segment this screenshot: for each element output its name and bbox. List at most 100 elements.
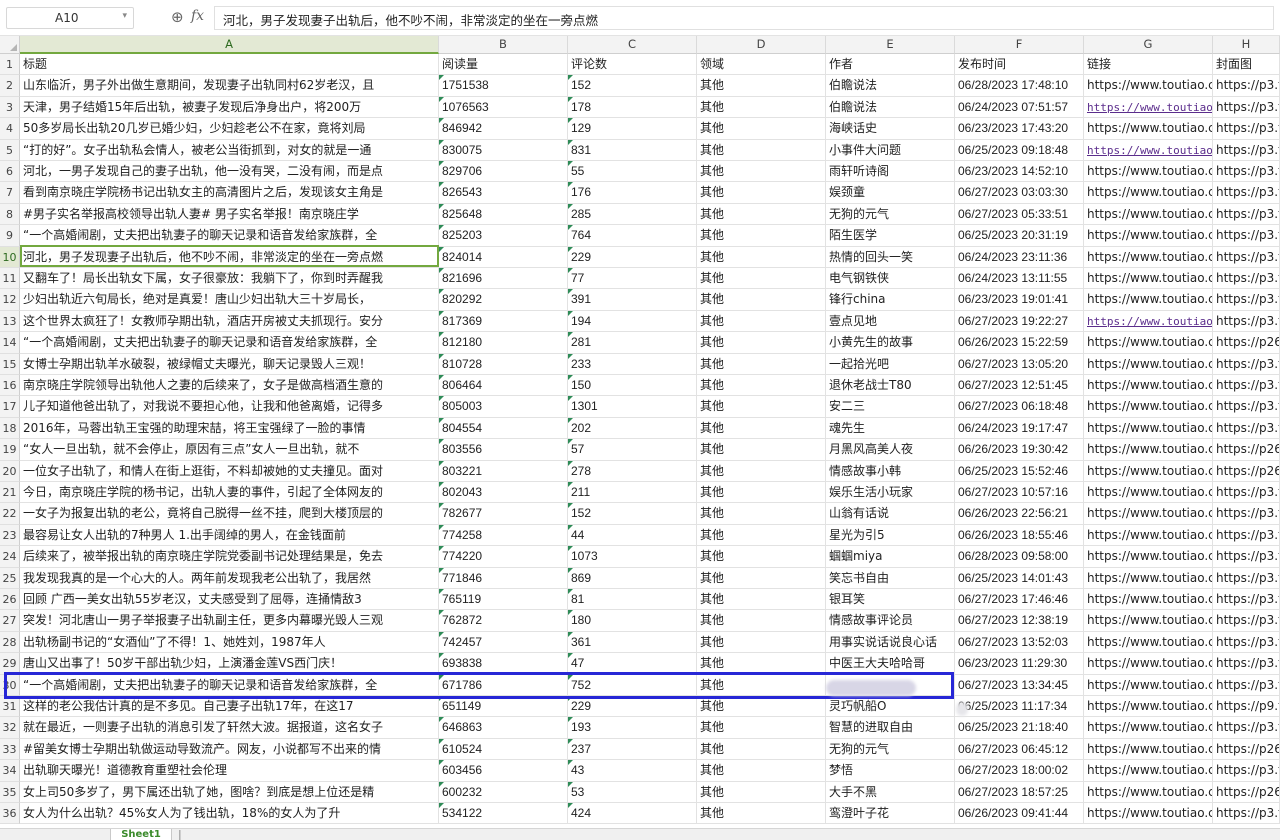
cell-f16[interactable]: 06/27/2023 12:51:45 — [955, 375, 1084, 397]
cell-a28[interactable]: 出轨杨副书记的“女酒仙”了不得！1、她姓刘，1987年人 — [20, 631, 439, 654]
row-number[interactable]: 6 — [0, 161, 20, 183]
cell-a9[interactable]: “一个高婚闹剧，丈夫把出轨妻子的聊天记录和语音发给家族群，全 — [20, 225, 439, 247]
row-number[interactable]: 7 — [0, 182, 20, 204]
cell-e28[interactable]: 用事实说话说良心话 — [826, 631, 955, 654]
cell-c4[interactable]: 129 — [568, 118, 697, 140]
cell-c14[interactable]: 281 — [568, 332, 697, 354]
cell-c8[interactable]: 285 — [568, 203, 697, 226]
cell-c27[interactable]: 180 — [568, 610, 697, 632]
cell-c1[interactable]: 评论数 — [568, 54, 697, 76]
cell-d6[interactable]: 其他 — [697, 161, 826, 183]
cell-a17[interactable]: 儿子知道他爸出轨了，对我说不要担心他，让我和他爸离婚，记得多 — [20, 396, 439, 418]
cell-h26[interactable]: https://p3.to — [1213, 589, 1280, 611]
cell-a16[interactable]: 南京晓庄学院领导出轨他人之妻的后续来了，女子是做高档酒生意的 — [20, 375, 439, 397]
row-number[interactable]: 33 — [0, 738, 20, 761]
cell-d10[interactable]: 其他 — [697, 246, 826, 268]
row-number[interactable]: 1 — [0, 54, 20, 76]
cell-g25[interactable]: https://www.toutiao.com/ — [1084, 567, 1213, 589]
cell-b9[interactable]: 825203 — [439, 225, 568, 247]
cell-d29[interactable]: 其他 — [697, 653, 826, 675]
row-number[interactable]: 19 — [0, 439, 20, 461]
cell-d15[interactable]: 其他 — [697, 353, 826, 375]
cell-e36[interactable]: 鸾澄叶子花 — [826, 803, 955, 825]
cell-b12[interactable]: 820292 — [439, 289, 568, 311]
cell-g7[interactable]: https://www.toutiao.com/ — [1084, 182, 1213, 204]
cell-c3[interactable]: 178 — [568, 96, 697, 119]
add-sheet-icon[interactable]: | — [178, 829, 182, 840]
cell-a8[interactable]: #男子实名举报高校领导出轨人妻# 男子实名举报！南京晓庄学 — [20, 203, 439, 226]
cell-b14[interactable]: 812180 — [439, 332, 568, 354]
cell-d12[interactable]: 其他 — [697, 289, 826, 311]
cell-g36[interactable]: https://www.toutiao.com/ — [1084, 803, 1213, 825]
cell-d19[interactable]: 其他 — [697, 439, 826, 461]
cell-b7[interactable]: 826543 — [439, 182, 568, 204]
cell-f35[interactable]: 06/27/2023 18:57:25 — [955, 781, 1084, 803]
column-header-f[interactable]: F — [955, 36, 1084, 54]
row-number[interactable]: 30 — [0, 674, 20, 696]
cell-a22[interactable]: 一女子为报复出轨的老公，竟将自己脱得一丝不挂，爬到大楼顶层的 — [20, 503, 439, 525]
cell-c35[interactable]: 53 — [568, 781, 697, 803]
cell-f18[interactable]: 06/24/2023 19:17:47 — [955, 417, 1084, 440]
cell-e21[interactable]: 娱乐生活小玩家 — [826, 482, 955, 504]
cell-e23[interactable]: 星光为引5 — [826, 524, 955, 547]
cell-e6[interactable]: 雨轩听诗阁 — [826, 161, 955, 183]
cell-e25[interactable]: 笑忘书自由 — [826, 567, 955, 589]
cell-f10[interactable]: 06/24/2023 23:11:36 — [955, 246, 1084, 268]
cell-a20[interactable]: 一位女子出轨了，和情人在街上逛街，不料却被她的丈夫撞见。面对 — [20, 460, 439, 482]
cell-d1[interactable]: 领域 — [697, 54, 826, 76]
cell-d32[interactable]: 其他 — [697, 717, 826, 739]
cell-d11[interactable]: 其他 — [697, 268, 826, 290]
row-number[interactable]: 20 — [0, 460, 20, 482]
cell-g32[interactable]: https://www.toutiao.com/ — [1084, 717, 1213, 739]
cell-f4[interactable]: 06/23/2023 17:43:20 — [955, 118, 1084, 140]
cell-f27[interactable]: 06/27/2023 12:38:19 — [955, 610, 1084, 632]
cell-c2[interactable]: 152 — [568, 75, 697, 97]
cell-a25[interactable]: 我发现我真的是一个心大的人。两年前发现我老公出轨了，我居然 — [20, 567, 439, 589]
cell-f23[interactable]: 06/26/2023 18:55:46 — [955, 524, 1084, 547]
cell-f30[interactable]: 06/27/2023 13:34:45 — [955, 674, 1084, 696]
column-header-g[interactable]: G — [1084, 36, 1213, 54]
cell-b22[interactable]: 782677 — [439, 503, 568, 525]
cell-e22[interactable]: 山翁有话说 — [826, 503, 955, 525]
cell-a19[interactable]: “女人一旦出轨，就不会停止，原因有三点”女人一旦出轨，就不 — [20, 439, 439, 461]
cell-a15[interactable]: 女博士孕期出轨羊水破裂，被绿帽丈夫曝光，聊天记录毁人三观！ — [20, 353, 439, 375]
cell-h7[interactable]: https://p3.to — [1213, 182, 1280, 204]
cell-c28[interactable]: 361 — [568, 631, 697, 654]
row-number[interactable]: 35 — [0, 781, 20, 803]
cell-h9[interactable]: https://p3.to — [1213, 225, 1280, 247]
cell-b25[interactable]: 771846 — [439, 567, 568, 589]
cell-d26[interactable]: 其他 — [697, 589, 826, 611]
cell-c20[interactable]: 278 — [568, 460, 697, 482]
cell-b26[interactable]: 765119 — [439, 589, 568, 611]
cell-f29[interactable]: 06/23/2023 11:29:30 — [955, 653, 1084, 675]
cell-g29[interactable]: https://www.toutiao.com/ — [1084, 653, 1213, 675]
cell-d36[interactable]: 其他 — [697, 803, 826, 825]
cell-g15[interactable]: https://www.toutiao.com/ — [1084, 353, 1213, 375]
cell-g23[interactable]: https://www.toutiao.com/ — [1084, 524, 1213, 547]
cell-c11[interactable]: 77 — [568, 268, 697, 290]
cell-d25[interactable]: 其他 — [697, 567, 826, 589]
cell-h2[interactable]: https://p3.to — [1213, 75, 1280, 97]
column-header-c[interactable]: C — [568, 36, 697, 54]
cell-a35[interactable]: 女上司50多岁了，男下属还出轨了她，图啥？到底是想上位还是精 — [20, 781, 439, 803]
cell-h36[interactable]: https://p3.to — [1213, 803, 1280, 825]
cell-e26[interactable]: 银耳笑 — [826, 589, 955, 611]
row-number[interactable]: 34 — [0, 760, 20, 782]
cell-a18[interactable]: 2016年，马蓉出轨王宝强的助理宋喆，将王宝强绿了一脸的事情 — [20, 417, 439, 440]
cell-a30[interactable]: “一个高婚闹剧，丈夫把出轨妻子的聊天记录和语音发给家族群，全 — [20, 674, 439, 696]
cell-e2[interactable]: 伯瞻说法 — [826, 75, 955, 97]
cell-g10[interactable]: https://www.toutiao.com/ — [1084, 246, 1213, 268]
cell-h22[interactable]: https://p3.to — [1213, 503, 1280, 525]
cell-h21[interactable]: https://p3.to — [1213, 482, 1280, 504]
cell-h35[interactable]: https://p26.t — [1213, 781, 1280, 803]
chevron-down-icon[interactable]: ▾ — [122, 11, 127, 21]
cell-b36[interactable]: 534122 — [439, 803, 568, 825]
cell-c17[interactable]: 1301 — [568, 396, 697, 418]
cell-h16[interactable]: https://p3.to — [1213, 375, 1280, 397]
cell-c32[interactable]: 193 — [568, 717, 697, 739]
row-number[interactable]: 23 — [0, 524, 20, 547]
cell-d7[interactable]: 其他 — [697, 182, 826, 204]
cell-a10[interactable]: 河北，男子发现妻子出轨后，他不吵不闹，非常淡定的坐在一旁点燃 — [20, 246, 439, 268]
cell-a12[interactable]: 少妇出轨近六旬局长，绝对是真爱！唐山少妇出轨大三十岁局长， — [20, 289, 439, 311]
cell-e19[interactable]: 月黑风高美人夜 — [826, 439, 955, 461]
